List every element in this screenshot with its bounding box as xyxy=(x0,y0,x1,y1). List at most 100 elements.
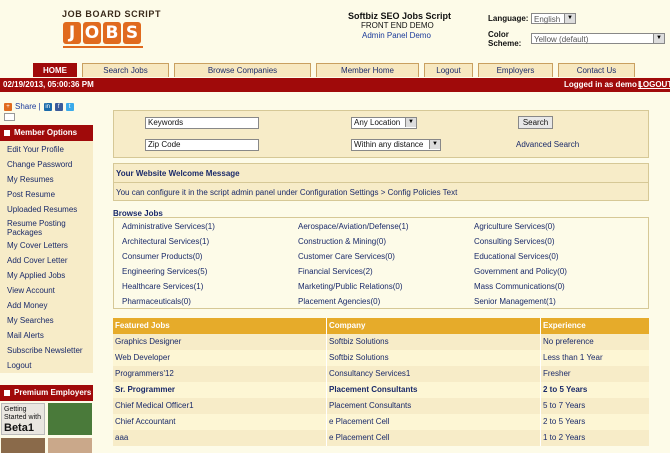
column-header: Featured Jobs xyxy=(115,321,170,330)
category-link[interactable]: Marketing/Public Relations(0) xyxy=(298,282,403,291)
site-title: Softbiz SEO Jobs Script xyxy=(348,11,452,21)
table-row[interactable]: Chief Accountant e Placement Cell 2 to 5… xyxy=(113,414,649,430)
chevron-down-icon: ▼ xyxy=(405,118,416,127)
language-label: Language: xyxy=(488,14,529,23)
table-row[interactable]: Chief Medical Officer1 Placement Consult… xyxy=(113,398,649,414)
facebook-icon[interactable]: f xyxy=(54,102,63,111)
zipcode-input[interactable]: Zip Code xyxy=(145,139,259,151)
table-row[interactable]: Web Developer Softbiz Solutions Less tha… xyxy=(113,350,649,366)
tab-contact-us[interactable]: Contact Us xyxy=(558,63,635,77)
column-header: Experience xyxy=(543,321,586,330)
logout-link[interactable]: LOGOUT xyxy=(638,80,670,89)
sidebar-item-post-resume[interactable]: Post Resume xyxy=(7,190,91,199)
sidebar-item-uploaded-resumes[interactable]: Uploaded Resumes xyxy=(7,205,91,214)
company-name[interactable]: Softbiz Solutions xyxy=(329,353,389,362)
category-link[interactable]: Construction & Mining(0) xyxy=(298,237,386,246)
share-label[interactable]: Share | xyxy=(15,102,41,111)
premium-caption-big: Beta1 xyxy=(4,422,34,434)
category-link[interactable]: Consumer Products(0) xyxy=(122,252,202,261)
sidebar-item-view-account[interactable]: View Account xyxy=(7,286,91,295)
table-row[interactable]: Graphics Designer Softbiz Solutions No p… xyxy=(113,334,649,350)
twitter-icon[interactable]: t xyxy=(65,102,74,111)
job-title[interactable]: Chief Accountant xyxy=(115,417,175,426)
sidebar-item-add-cover-letter[interactable]: Add Cover Letter xyxy=(7,256,91,265)
company-name[interactable]: Consultancy Services1 xyxy=(329,369,410,378)
category-link[interactable]: Pharmaceuticals(0) xyxy=(122,297,191,306)
premium-employers-title: Premium Employers xyxy=(14,388,92,397)
distance-select[interactable]: Within any distance ▼ xyxy=(351,139,441,151)
job-title[interactable]: Sr. Programmer xyxy=(115,385,175,394)
share-plus-icon[interactable]: + xyxy=(4,102,12,111)
job-title[interactable]: Programmers'12 xyxy=(115,369,174,378)
chevron-down-icon: ▼ xyxy=(564,14,575,23)
advanced-search-link[interactable]: Advanced Search xyxy=(516,140,579,149)
sidebar-item-my-applied-jobs[interactable]: My Applied Jobs xyxy=(7,271,91,280)
category-link[interactable]: Administrative Services(1) xyxy=(122,222,215,231)
category-link[interactable]: Senior Management(1) xyxy=(474,297,556,306)
category-link[interactable]: Healthcare Services(1) xyxy=(122,282,203,291)
tab-employers[interactable]: Employers xyxy=(478,63,553,77)
job-title[interactable]: Chief Medical Officer1 xyxy=(115,401,194,410)
category-link[interactable]: Customer Care Services(0) xyxy=(298,252,395,261)
table-row[interactable]: aaa e Placement Cell 1 to 2 Years xyxy=(113,430,649,446)
category-link[interactable]: Government and Policy(0) xyxy=(474,267,567,276)
logo[interactable]: J O B S xyxy=(63,22,141,44)
job-title[interactable]: Web Developer xyxy=(115,353,170,362)
divider xyxy=(114,182,648,183)
email-icon[interactable] xyxy=(4,113,15,121)
job-title[interactable]: Graphics Designer xyxy=(115,337,181,346)
job-title[interactable]: aaa xyxy=(115,433,128,442)
location-select[interactable]: Any Location ▼ xyxy=(351,117,417,129)
company-name[interactable]: e Placement Cell xyxy=(329,433,389,442)
tab-logout[interactable]: Logout xyxy=(424,63,473,77)
category-link[interactable]: Architectural Services(1) xyxy=(122,237,209,246)
sidebar-item-my-cover-letters[interactable]: My Cover Letters xyxy=(7,241,91,250)
company-name[interactable]: e Placement Cell xyxy=(329,417,389,426)
category-link[interactable]: Educational Services(0) xyxy=(474,252,558,261)
category-link[interactable]: Agriculture Services(0) xyxy=(474,222,555,231)
sidebar-item-my-searches[interactable]: My Searches xyxy=(7,316,91,325)
sidebar-item-subscribe-newsletter[interactable]: Subscribe Newsletter xyxy=(7,346,91,355)
experience: 5 to 7 Years xyxy=(543,401,586,410)
sidebar-item-change-password[interactable]: Change Password xyxy=(7,160,91,169)
color-scheme-select-value: Yellow (default) xyxy=(534,35,589,44)
sidebar-item-resume-posting-packages[interactable]: Resume Posting Packages xyxy=(7,219,91,237)
tab-home[interactable]: HOME xyxy=(33,63,77,77)
sidebar-item-mail-alerts[interactable]: Mail Alerts xyxy=(7,331,91,340)
linkedin-icon[interactable]: in xyxy=(43,102,52,111)
category-link[interactable]: Aerospace/Aviation/Defense(1) xyxy=(298,222,409,231)
company-name[interactable]: Placement Consultants xyxy=(329,401,411,410)
premium-employers-header: Premium Employers xyxy=(0,385,93,401)
admin-panel-link[interactable]: Admin Panel Demo xyxy=(362,31,431,40)
premium-employer-logo[interactable] xyxy=(48,403,92,435)
logo-tagline: JOB BOARD SCRIPT xyxy=(62,9,162,19)
premium-employer-logo[interactable]: Getting Started with Beta1 xyxy=(1,403,45,435)
tab-browse-companies[interactable]: Browse Companies xyxy=(174,63,311,77)
category-link[interactable]: Placement Agencies(0) xyxy=(298,297,380,306)
sidebar-item-add-money[interactable]: Add Money xyxy=(7,301,91,310)
category-link[interactable]: Consulting Services(0) xyxy=(474,237,554,246)
category-link[interactable]: Engineering Services(5) xyxy=(122,267,207,276)
tab-member-home[interactable]: Member Home xyxy=(316,63,419,77)
premium-employer-logo[interactable] xyxy=(48,438,92,453)
company-name[interactable]: Softbiz Solutions xyxy=(329,337,389,346)
logo-letter: S xyxy=(123,22,141,44)
premium-employer-logo[interactable] xyxy=(1,438,45,453)
job-search-panel: Keywords Zip Code Any Location ▼ Within … xyxy=(113,110,649,158)
logo-letter: J xyxy=(63,22,81,44)
color-scheme-select[interactable]: Yellow (default) ▼ xyxy=(531,33,665,44)
keywords-input[interactable]: Keywords xyxy=(145,117,259,129)
sidebar-item-edit-profile[interactable]: Edit Your Profile xyxy=(7,145,91,154)
logo-underline xyxy=(63,46,143,48)
tab-search-jobs[interactable]: Search Jobs xyxy=(82,63,169,77)
sidebar-item-my-resumes[interactable]: My Resumes xyxy=(7,175,91,184)
language-select[interactable]: English ▼ xyxy=(531,13,576,24)
sidebar-item-logout[interactable]: Logout xyxy=(7,361,91,370)
table-row[interactable]: Sr. Programmer Placement Consultants 2 t… xyxy=(113,382,649,398)
search-button[interactable]: Search xyxy=(518,116,553,129)
welcome-body: You can configure it in the script admin… xyxy=(116,188,458,197)
table-row[interactable]: Programmers'12 Consultancy Services1 Fre… xyxy=(113,366,649,382)
category-link[interactable]: Mass Communications(0) xyxy=(474,282,565,291)
category-link[interactable]: Financial Services(2) xyxy=(298,267,373,276)
company-name[interactable]: Placement Consultants xyxy=(329,385,417,394)
